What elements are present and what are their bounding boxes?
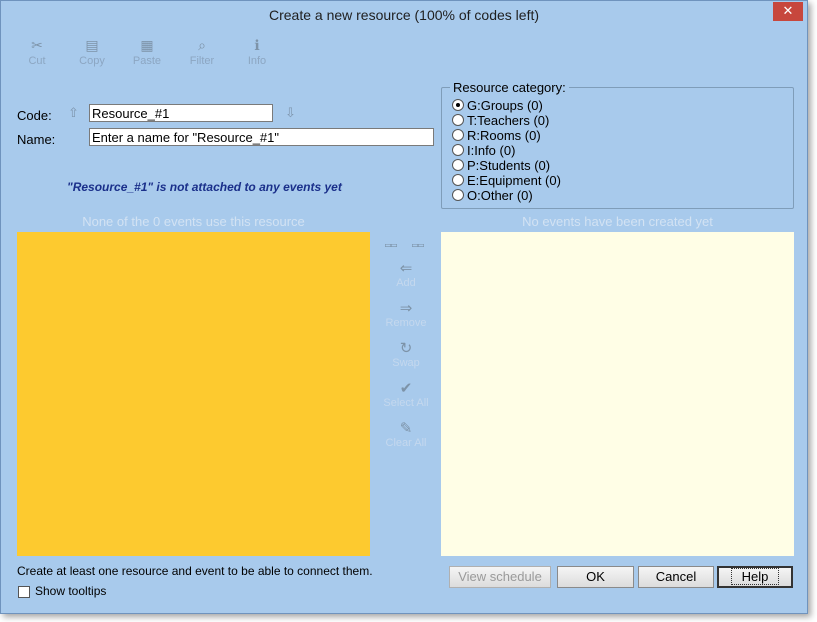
radio-label: T:Teachers (0)	[467, 113, 550, 128]
resource-category-legend: Resource category:	[450, 80, 569, 95]
radio-button[interactable]	[452, 129, 464, 141]
radio-label: P:Students (0)	[467, 158, 551, 173]
swap-icon: ↻	[399, 339, 413, 357]
info-icon: ℹ	[254, 38, 260, 54]
add-label: Add	[396, 277, 416, 289]
copy-icon: ▤	[85, 38, 99, 54]
remove-button[interactable]: ⇒ Remove	[379, 299, 433, 329]
paste-label: Paste	[132, 55, 162, 67]
expand-icon[interactable]: ▭▭	[412, 240, 424, 251]
window-title: Create a new resource (100% of codes lef…	[268, 7, 540, 23]
filter-label: Filter	[189, 55, 215, 67]
swap-label: Swap	[392, 357, 420, 369]
arrow-up-icon[interactable]: ⇧	[68, 106, 79, 121]
name-label: Name:	[17, 132, 56, 147]
name-input[interactable]: Enter a name for "Resource_#1"	[89, 128, 434, 146]
radio-label: I:Info (0)	[467, 143, 516, 158]
radio-students[interactable]: P:Students (0)	[452, 158, 550, 173]
show-tooltips-label[interactable]: Show tooltips	[35, 584, 106, 598]
cut-button[interactable]: ✂ Cut	[15, 37, 59, 77]
available-events-list[interactable]	[441, 232, 794, 556]
select-all-icon: ✔	[399, 379, 413, 397]
cancel-button[interactable]: Cancel	[638, 566, 714, 588]
cut-label: Cut	[28, 55, 46, 67]
select-all-button[interactable]: ✔ Select All	[379, 379, 433, 409]
shrink-icon[interactable]: ▭▭	[385, 240, 397, 251]
code-input[interactable]: Resource_#1	[89, 104, 273, 122]
info-button[interactable]: ℹ Info	[235, 37, 279, 77]
swap-button[interactable]: ↻ Swap	[379, 339, 433, 369]
radio-button[interactable]	[452, 189, 464, 201]
used-events-list[interactable]	[17, 232, 370, 556]
close-icon: ✕	[782, 4, 794, 19]
add-button[interactable]: ⇐ Add	[379, 259, 433, 289]
add-icon: ⇐	[399, 259, 413, 277]
radio-other[interactable]: O:Other (0)	[452, 188, 533, 203]
attachment-notice: "Resource_#1" is not attached to any eve…	[67, 180, 342, 194]
dialog-client: ✂ Cut ▤ Copy ▦ Paste ⌕ Filter ℹ Info Cod…	[7, 31, 801, 607]
paste-button[interactable]: ▦ Paste	[125, 37, 169, 77]
filter-icon: ⌕	[198, 38, 206, 54]
filter-button[interactable]: ⌕ Filter	[180, 37, 224, 77]
arrow-down-icon[interactable]: ⇩	[285, 106, 296, 121]
radio-equipment[interactable]: E:Equipment (0)	[452, 173, 561, 188]
help-button[interactable]: Help	[717, 566, 793, 588]
radio-groups[interactable]: G:Groups (0)	[452, 98, 543, 113]
radio-label: R:Rooms (0)	[467, 128, 541, 143]
code-label: Code:	[17, 108, 52, 123]
radio-button-checked[interactable]	[452, 99, 464, 111]
dialog-window: Create a new resource (100% of codes lef…	[0, 0, 808, 614]
close-button[interactable]: ✕	[773, 2, 803, 21]
radio-label: O:Other (0)	[467, 188, 533, 203]
radio-label: G:Groups (0)	[467, 98, 543, 113]
radio-info[interactable]: I:Info (0)	[452, 143, 515, 158]
radio-button[interactable]	[452, 114, 464, 126]
clear-all-button[interactable]: ✎ Clear All	[379, 419, 433, 449]
view-schedule-button[interactable]: View schedule	[449, 566, 551, 588]
right-list-caption: No events have been created yet	[522, 214, 713, 229]
radio-button[interactable]	[452, 159, 464, 171]
radio-button[interactable]	[452, 144, 464, 156]
select-all-label: Select All	[383, 397, 429, 409]
ok-button[interactable]: OK	[557, 566, 634, 588]
radio-teachers[interactable]: T:Teachers (0)	[452, 113, 549, 128]
cut-icon: ✂	[31, 38, 43, 54]
show-tooltips-checkbox[interactable]	[18, 586, 30, 598]
radio-rooms[interactable]: R:Rooms (0)	[452, 128, 541, 143]
copy-button[interactable]: ▤ Copy	[70, 37, 114, 77]
resource-category-group: Resource category: G:Groups (0) T:Teache…	[441, 80, 794, 209]
help-label: Help	[730, 568, 780, 585]
remove-label: Remove	[385, 317, 427, 329]
radio-button[interactable]	[452, 174, 464, 186]
copy-label: Copy	[79, 55, 105, 67]
left-list-caption: None of the 0 events use this resource	[82, 214, 305, 229]
paste-icon: ▦	[140, 38, 154, 54]
title-bar[interactable]: Create a new resource (100% of codes lef…	[1, 1, 807, 31]
footer-note: Create at least one resource and event t…	[17, 564, 373, 578]
remove-icon: ⇒	[399, 299, 413, 317]
info-label: Info	[247, 55, 267, 67]
radio-label: E:Equipment (0)	[467, 173, 561, 188]
clear-all-label: Clear All	[385, 437, 427, 449]
clear-all-icon: ✎	[399, 419, 413, 437]
